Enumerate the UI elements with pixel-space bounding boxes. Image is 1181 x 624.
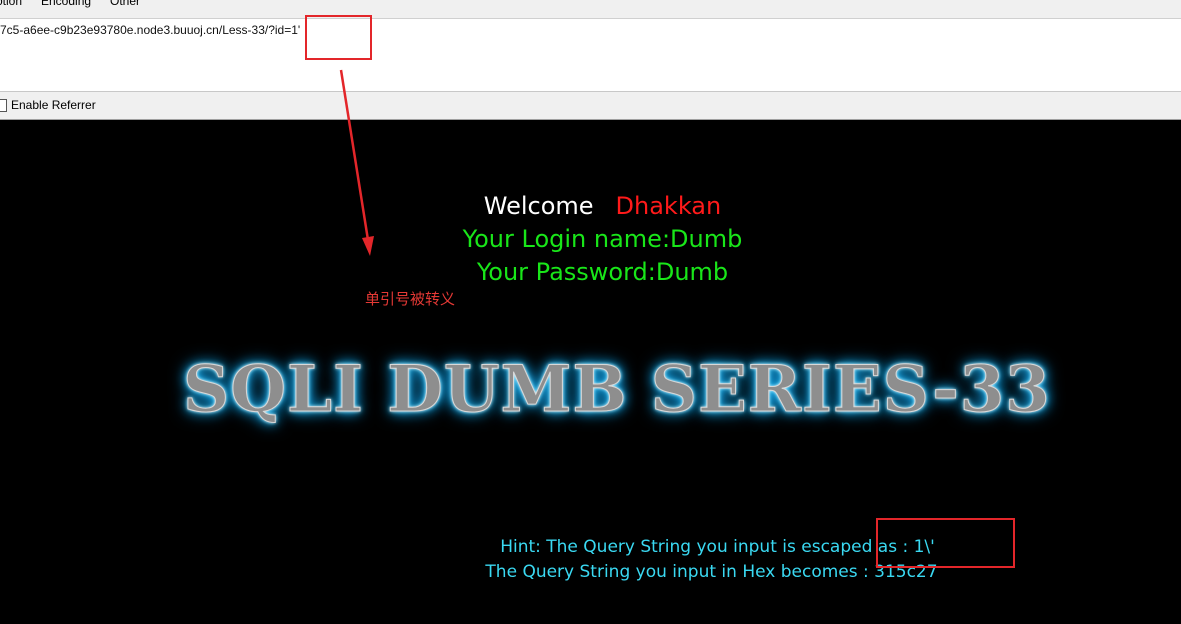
annotation-arrow-icon — [339, 69, 374, 256]
